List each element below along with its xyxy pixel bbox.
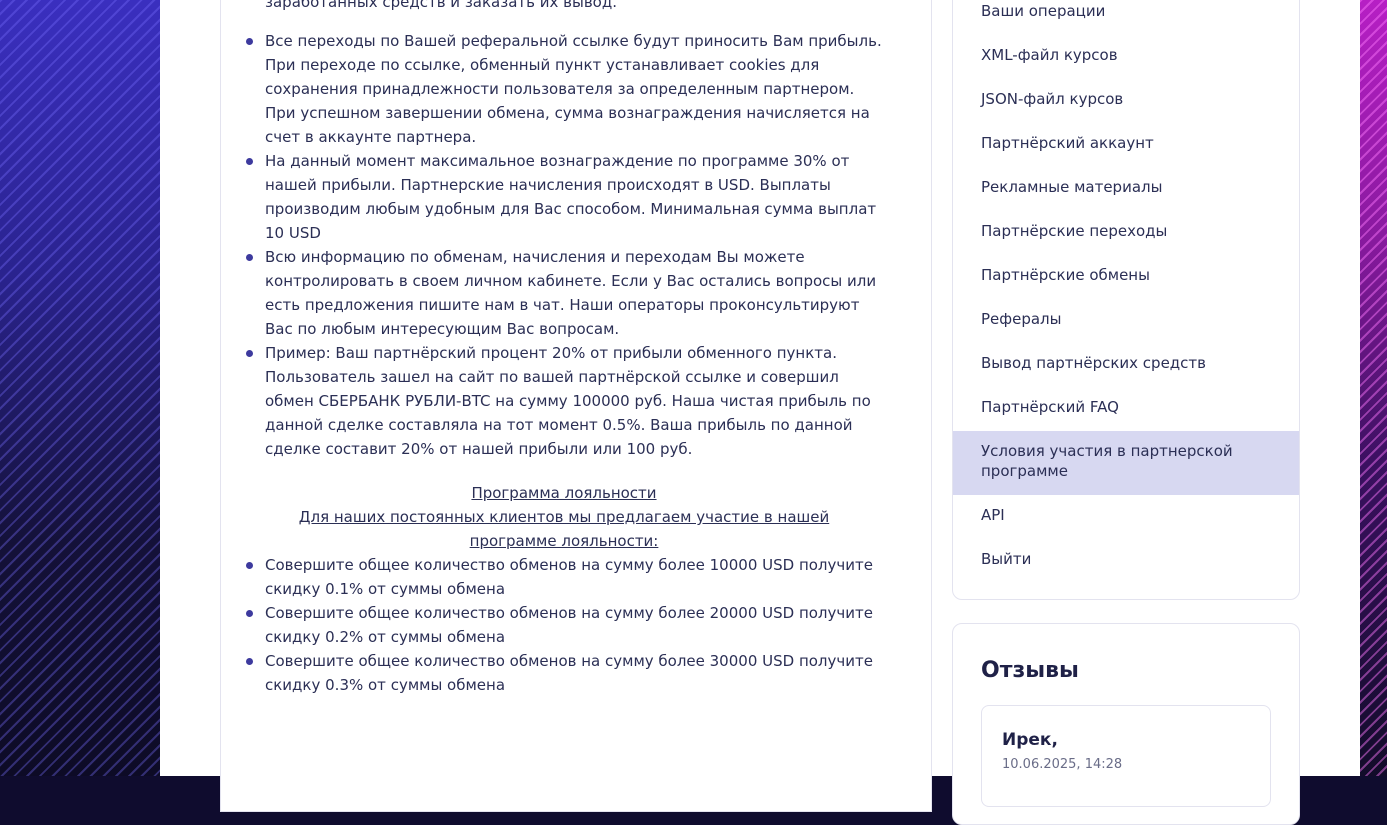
menu-item-xml-rates[interactable]: XML-файл курсов (953, 35, 1299, 79)
list-item: Совершите общее количество обменов на су… (244, 553, 884, 601)
list-item: Совершите общее количество обменов на су… (244, 601, 884, 649)
partial-paragraph: заработанных средств и заказать их вывод… (265, 0, 617, 11)
loyalty-subtitle: Для наших постоянных клиентов мы предлаг… (298, 508, 830, 550)
reviews-title: Отзывы (981, 658, 1079, 683)
terms-content: заработанных средств и заказать их вывод… (244, 0, 884, 697)
review-date: 10.06.2025, 14:28 (1002, 757, 1123, 772)
menu-item-payout[interactable]: Вывод партнёрских средств (953, 343, 1299, 387)
menu-item-api[interactable]: API (953, 495, 1299, 539)
review-card[interactable]: Ирек, 10.06.2025, 14:28 (981, 705, 1271, 807)
menu-item-partner-exchanges[interactable]: Партнёрские обмены (953, 255, 1299, 299)
list-item: Совершите общее количество обменов на су… (244, 649, 884, 697)
loyalty-title: Программа лояльности (471, 484, 657, 502)
background-left (0, 0, 160, 776)
menu-item-operations[interactable]: Ваши операции (953, 0, 1299, 35)
list-item: Все переходы по Вашей реферальной ссылке… (244, 29, 884, 149)
menu-item-partner-account[interactable]: Партнёрский аккаунт (953, 123, 1299, 167)
menu-list: Ваши операции XML-файл курсов JSON-файл … (953, 0, 1299, 583)
list-item: Пример: Ваш партнёрский процент 20% от п… (244, 341, 884, 461)
menu-item-json-rates[interactable]: JSON-файл курсов (953, 79, 1299, 123)
menu-item-referrals[interactable]: Рефералы (953, 299, 1299, 343)
list-item: На данный момент максимальное вознагражд… (244, 149, 884, 245)
review-author: Ирек, (1002, 730, 1058, 750)
menu-item-logout[interactable]: Выйти (953, 539, 1299, 583)
page: заработанных средств и заказать их вывод… (160, 0, 1360, 825)
menu-item-partner-faq[interactable]: Партнёрский FAQ (953, 387, 1299, 431)
background-right (1360, 0, 1387, 776)
menu-item-promo-materials[interactable]: Рекламные материалы (953, 167, 1299, 211)
list-item: Всю информацию по обменам, начисления и … (244, 245, 884, 341)
account-menu: Ваши операции XML-файл курсов JSON-файл … (952, 0, 1300, 600)
menu-item-partner-terms[interactable]: Условия участия в партнерской программе (953, 431, 1299, 495)
menu-item-partner-visits[interactable]: Партнёрские переходы (953, 211, 1299, 255)
reviews-card: Отзывы Ирек, 10.06.2025, 14:28 (952, 623, 1300, 825)
